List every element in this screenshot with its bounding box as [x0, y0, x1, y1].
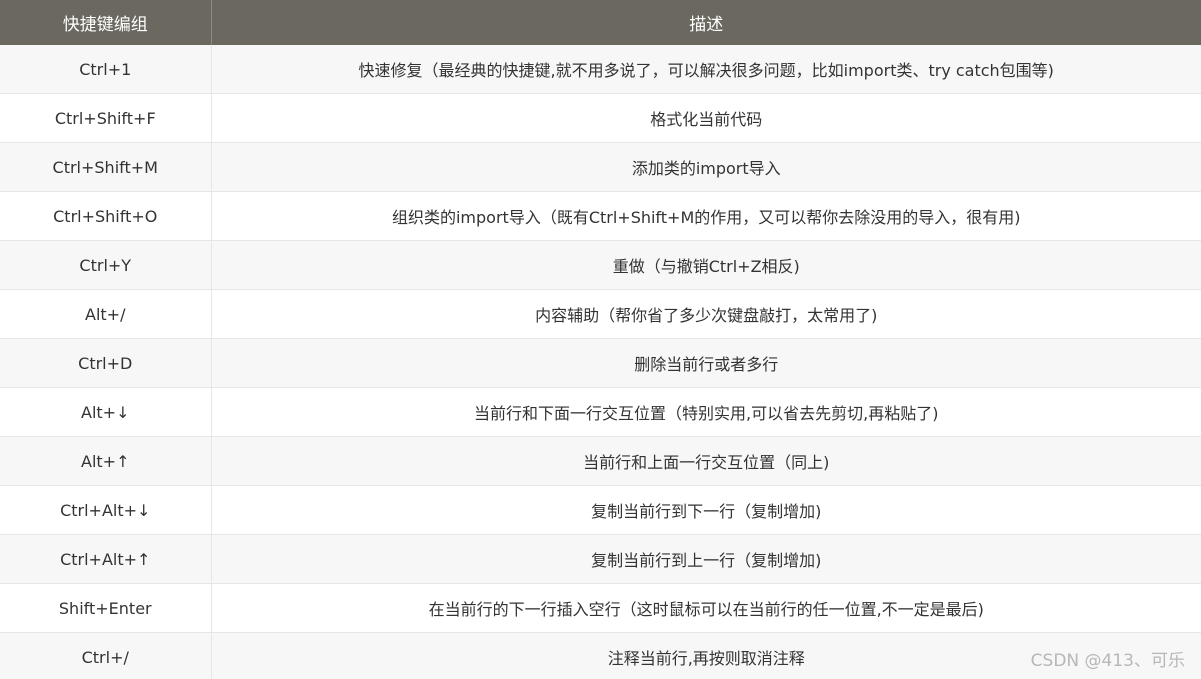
description-cell: 当前行和下面一行交互位置（特别实用,可以省去先剪切,再粘贴了) — [211, 387, 1201, 437]
description-cell: 删除当前行或者多行 — [211, 338, 1201, 388]
table-row: Alt+/ 内容辅助（帮你省了多少次键盘敲打，太常用了) — [0, 289, 1201, 339]
table-row: Shift+Enter 在当前行的下一行插入空行（这时鼠标可以在当前行的任一位置… — [0, 583, 1201, 633]
shortcut-cell: Ctrl+1 — [0, 45, 212, 94]
table-row: Ctrl+D 删除当前行或者多行 — [0, 338, 1201, 388]
table-row: Alt+↓ 当前行和下面一行交互位置（特别实用,可以省去先剪切,再粘贴了) — [0, 387, 1201, 437]
table-row: Ctrl+/ 注释当前行,再按则取消注释 — [0, 632, 1201, 679]
description-cell: 重做（与撤销Ctrl+Z相反) — [211, 240, 1201, 290]
header-shortcut-group: 快捷键编组 — [0, 0, 212, 45]
table-row: Ctrl+Alt+↓ 复制当前行到下一行（复制增加) — [0, 485, 1201, 535]
table-row: Ctrl+Shift+M 添加类的import导入 — [0, 142, 1201, 192]
table-row: Ctrl+Y 重做（与撤销Ctrl+Z相反) — [0, 240, 1201, 290]
shortcut-table: 快捷键编组 描述 Ctrl+1 快速修复（最经典的快捷键,就不用多说了，可以解决… — [0, 0, 1201, 679]
description-cell: 添加类的import导入 — [211, 142, 1201, 192]
table-row: Ctrl+Alt+↑ 复制当前行到上一行（复制增加) — [0, 534, 1201, 584]
shortcut-cell: Ctrl+Shift+O — [0, 191, 212, 241]
header-description: 描述 — [211, 0, 1201, 45]
shortcut-cell: Ctrl+/ — [0, 632, 212, 679]
shortcut-cell: Ctrl+Alt+↓ — [0, 485, 212, 535]
description-cell: 当前行和上面一行交互位置（同上) — [211, 436, 1201, 486]
shortcut-cell: Ctrl+Shift+F — [0, 93, 212, 143]
shortcut-cell: Alt+↑ — [0, 436, 212, 486]
description-cell: 在当前行的下一行插入空行（这时鼠标可以在当前行的任一位置,不一定是最后) — [211, 583, 1201, 633]
header-row: 快捷键编组 描述 — [0, 0, 1201, 45]
table-body: Ctrl+1 快速修复（最经典的快捷键,就不用多说了，可以解决很多问题，比如im… — [0, 45, 1201, 679]
table-row: Ctrl+Shift+F 格式化当前代码 — [0, 93, 1201, 143]
shortcut-cell: Ctrl+D — [0, 338, 212, 388]
description-cell: 格式化当前代码 — [211, 93, 1201, 143]
shortcut-cell: Ctrl+Shift+M — [0, 142, 212, 192]
shortcut-cell: Shift+Enter — [0, 583, 212, 633]
description-cell: 组织类的import导入（既有Ctrl+Shift+M的作用，又可以帮你去除没用… — [211, 191, 1201, 241]
description-cell: 快速修复（最经典的快捷键,就不用多说了，可以解决很多问题，比如import类、t… — [211, 45, 1201, 94]
shortcut-cell: Ctrl+Y — [0, 240, 212, 290]
page: 快捷键编组 描述 Ctrl+1 快速修复（最经典的快捷键,就不用多说了，可以解决… — [0, 0, 1201, 679]
table-header: 快捷键编组 描述 — [0, 0, 1201, 45]
description-cell: 复制当前行到下一行（复制增加) — [211, 485, 1201, 535]
csdn-watermark: CSDN @413、可乐 — [1030, 651, 1185, 671]
table-row: Ctrl+1 快速修复（最经典的快捷键,就不用多说了，可以解决很多问题，比如im… — [0, 45, 1201, 94]
shortcut-cell: Alt+↓ — [0, 387, 212, 437]
shortcut-cell: Ctrl+Alt+↑ — [0, 534, 212, 584]
description-cell: 内容辅助（帮你省了多少次键盘敲打，太常用了) — [211, 289, 1201, 339]
shortcut-cell: Alt+/ — [0, 289, 212, 339]
table-row: Alt+↑ 当前行和上面一行交互位置（同上) — [0, 436, 1201, 486]
table-row: Ctrl+Shift+O 组织类的import导入（既有Ctrl+Shift+M… — [0, 191, 1201, 241]
description-cell: 复制当前行到上一行（复制增加) — [211, 534, 1201, 584]
